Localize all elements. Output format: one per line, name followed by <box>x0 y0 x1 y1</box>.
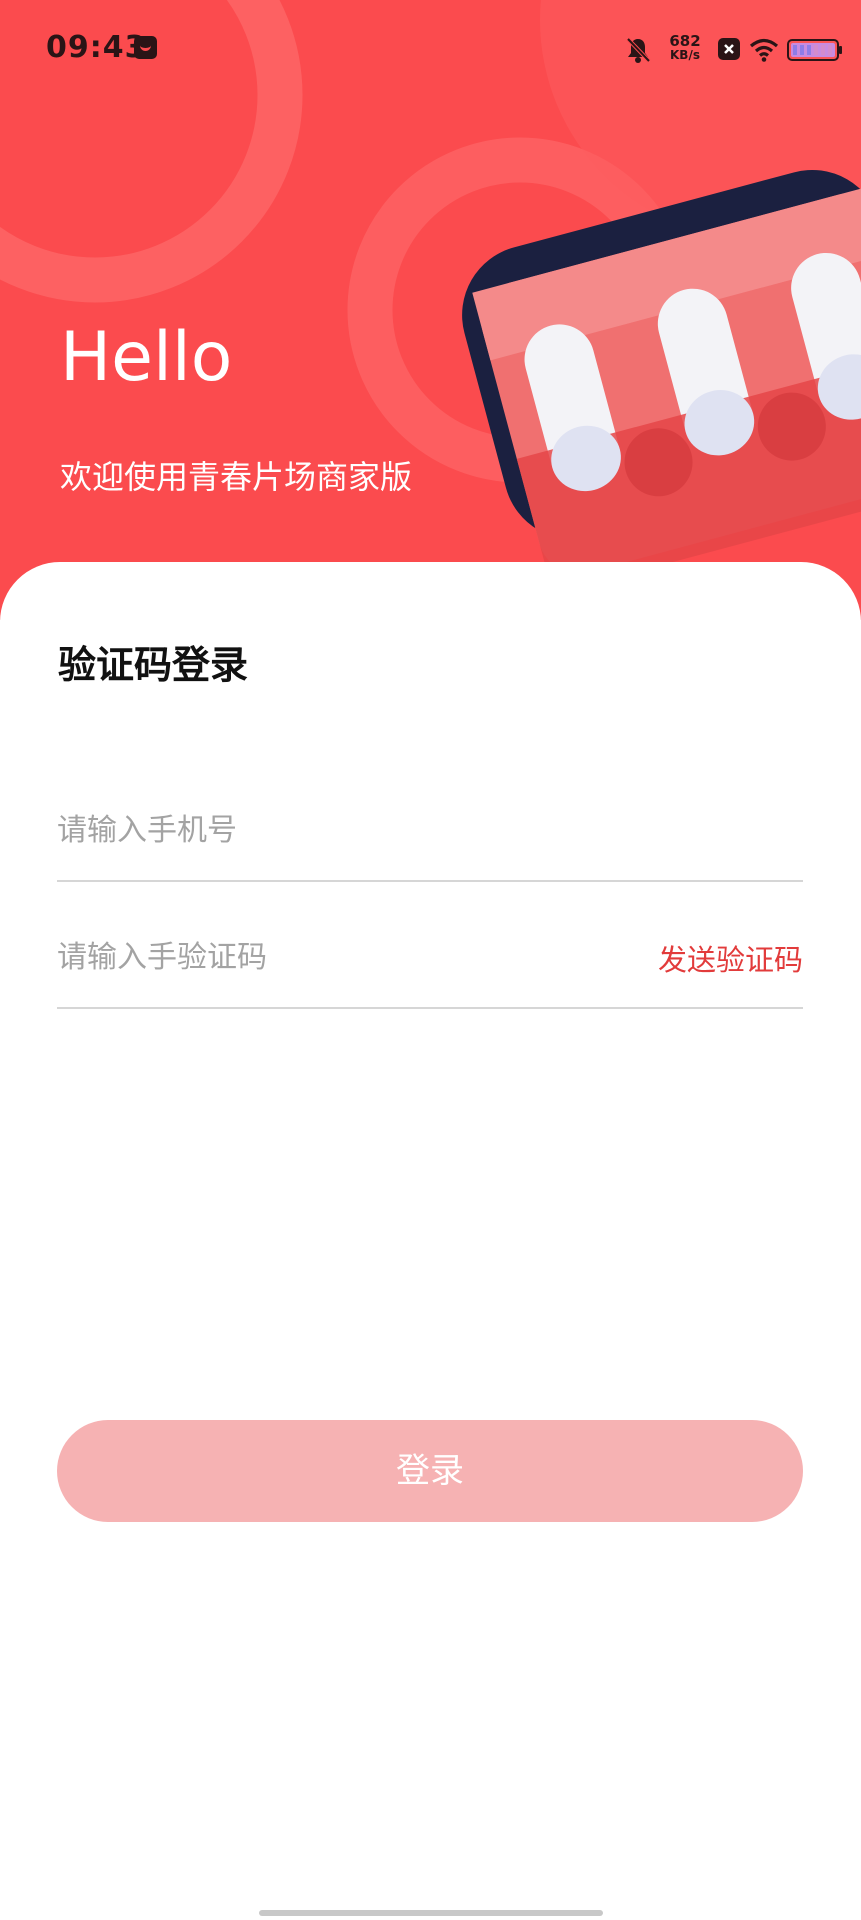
login-screen: 09:43 682 KB/s Hello 欢迎使用青春片场商家版 验证码登录 请… <box>0 0 861 1920</box>
battery-icon <box>787 39 842 61</box>
home-indicator[interactable] <box>259 1910 603 1916</box>
phone-field <box>57 780 803 882</box>
wifi-icon <box>749 38 779 62</box>
login-form-title: 验证码登录 <box>58 643 249 687</box>
status-icons: 682 KB/s <box>581 0 861 100</box>
close-box-icon <box>718 38 740 60</box>
network-speed-value: 682 <box>669 32 701 50</box>
status-bar: 09:43 682 KB/s <box>0 0 861 100</box>
silent-bell-icon <box>626 37 651 63</box>
network-speed-unit: KB/s <box>670 48 700 62</box>
status-time: 09:43 <box>46 30 147 65</box>
network-speed: 682 KB/s <box>665 32 705 63</box>
app-notification-icon <box>134 36 157 59</box>
greeting-title: Hello <box>60 318 233 397</box>
phone-input[interactable] <box>57 802 617 858</box>
welcome-subtitle: 欢迎使用青春片场商家版 <box>60 458 413 496</box>
login-card: 验证码登录 发送验证码 登录 <box>0 562 861 1920</box>
verification-code-input[interactable] <box>57 929 617 985</box>
login-button[interactable]: 登录 <box>57 1420 803 1522</box>
send-code-button[interactable]: 发送验证码 <box>658 937 803 979</box>
verification-code-field: 发送验证码 <box>57 907 803 1009</box>
hero-header: 09:43 682 KB/s Hello 欢迎使用青春片场商家版 <box>0 0 861 620</box>
